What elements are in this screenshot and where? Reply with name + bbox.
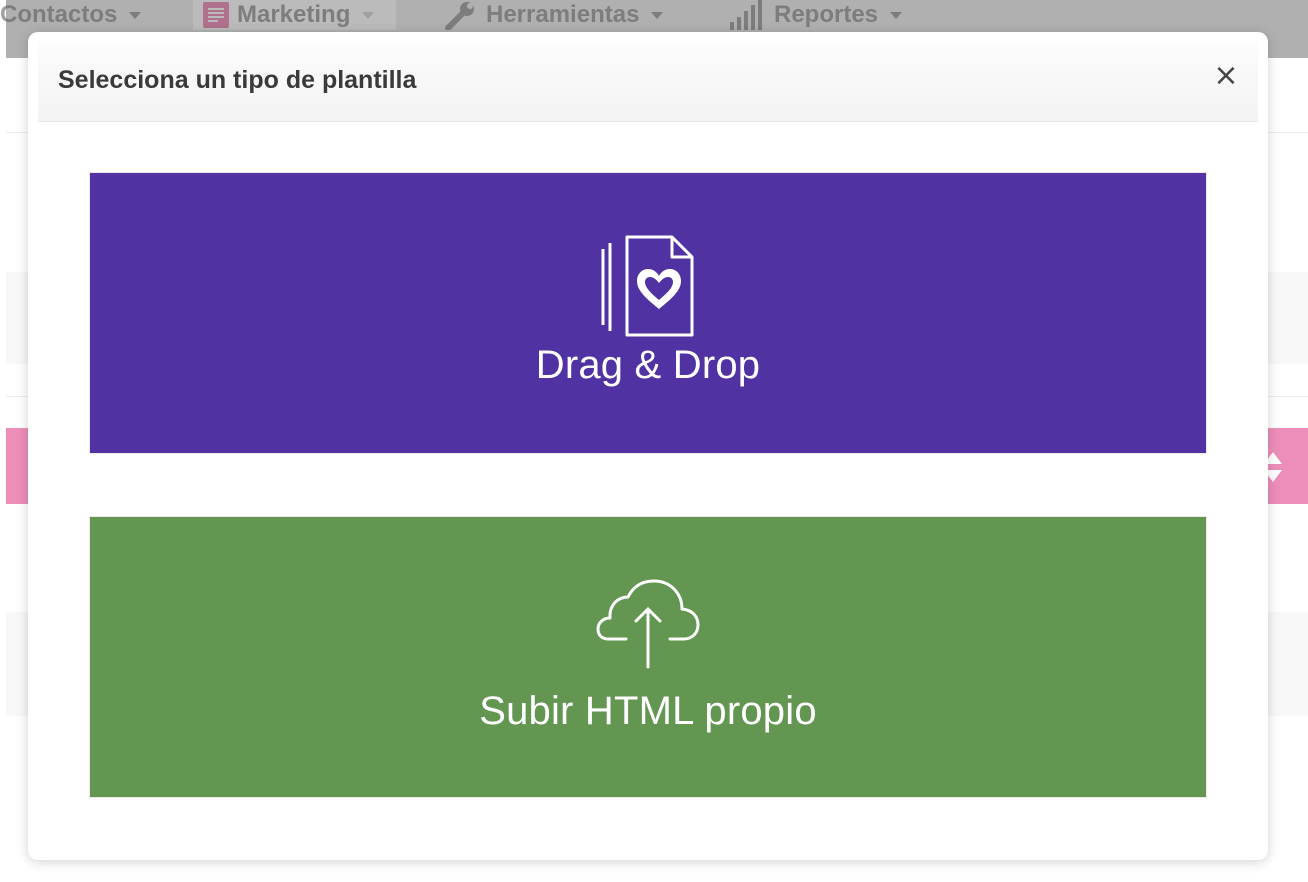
option-label: Subir HTML propio [479, 689, 817, 733]
modal-title: Selecciona un tipo de plantilla [58, 66, 417, 94]
drag-and-drop-option[interactable]: Drag & Drop [89, 172, 1207, 454]
upload-html-option[interactable]: Subir HTML propio [89, 516, 1207, 798]
template-type-modal: Selecciona un tipo de plantilla × Drag &… [28, 32, 1268, 860]
option-label: Drag & Drop [535, 343, 761, 387]
document-heart-icon [601, 235, 694, 337]
cloud-upload-icon [596, 579, 700, 669]
close-icon[interactable]: × [1210, 60, 1242, 92]
modal-header: Selecciona un tipo de plantilla × [38, 42, 1258, 122]
